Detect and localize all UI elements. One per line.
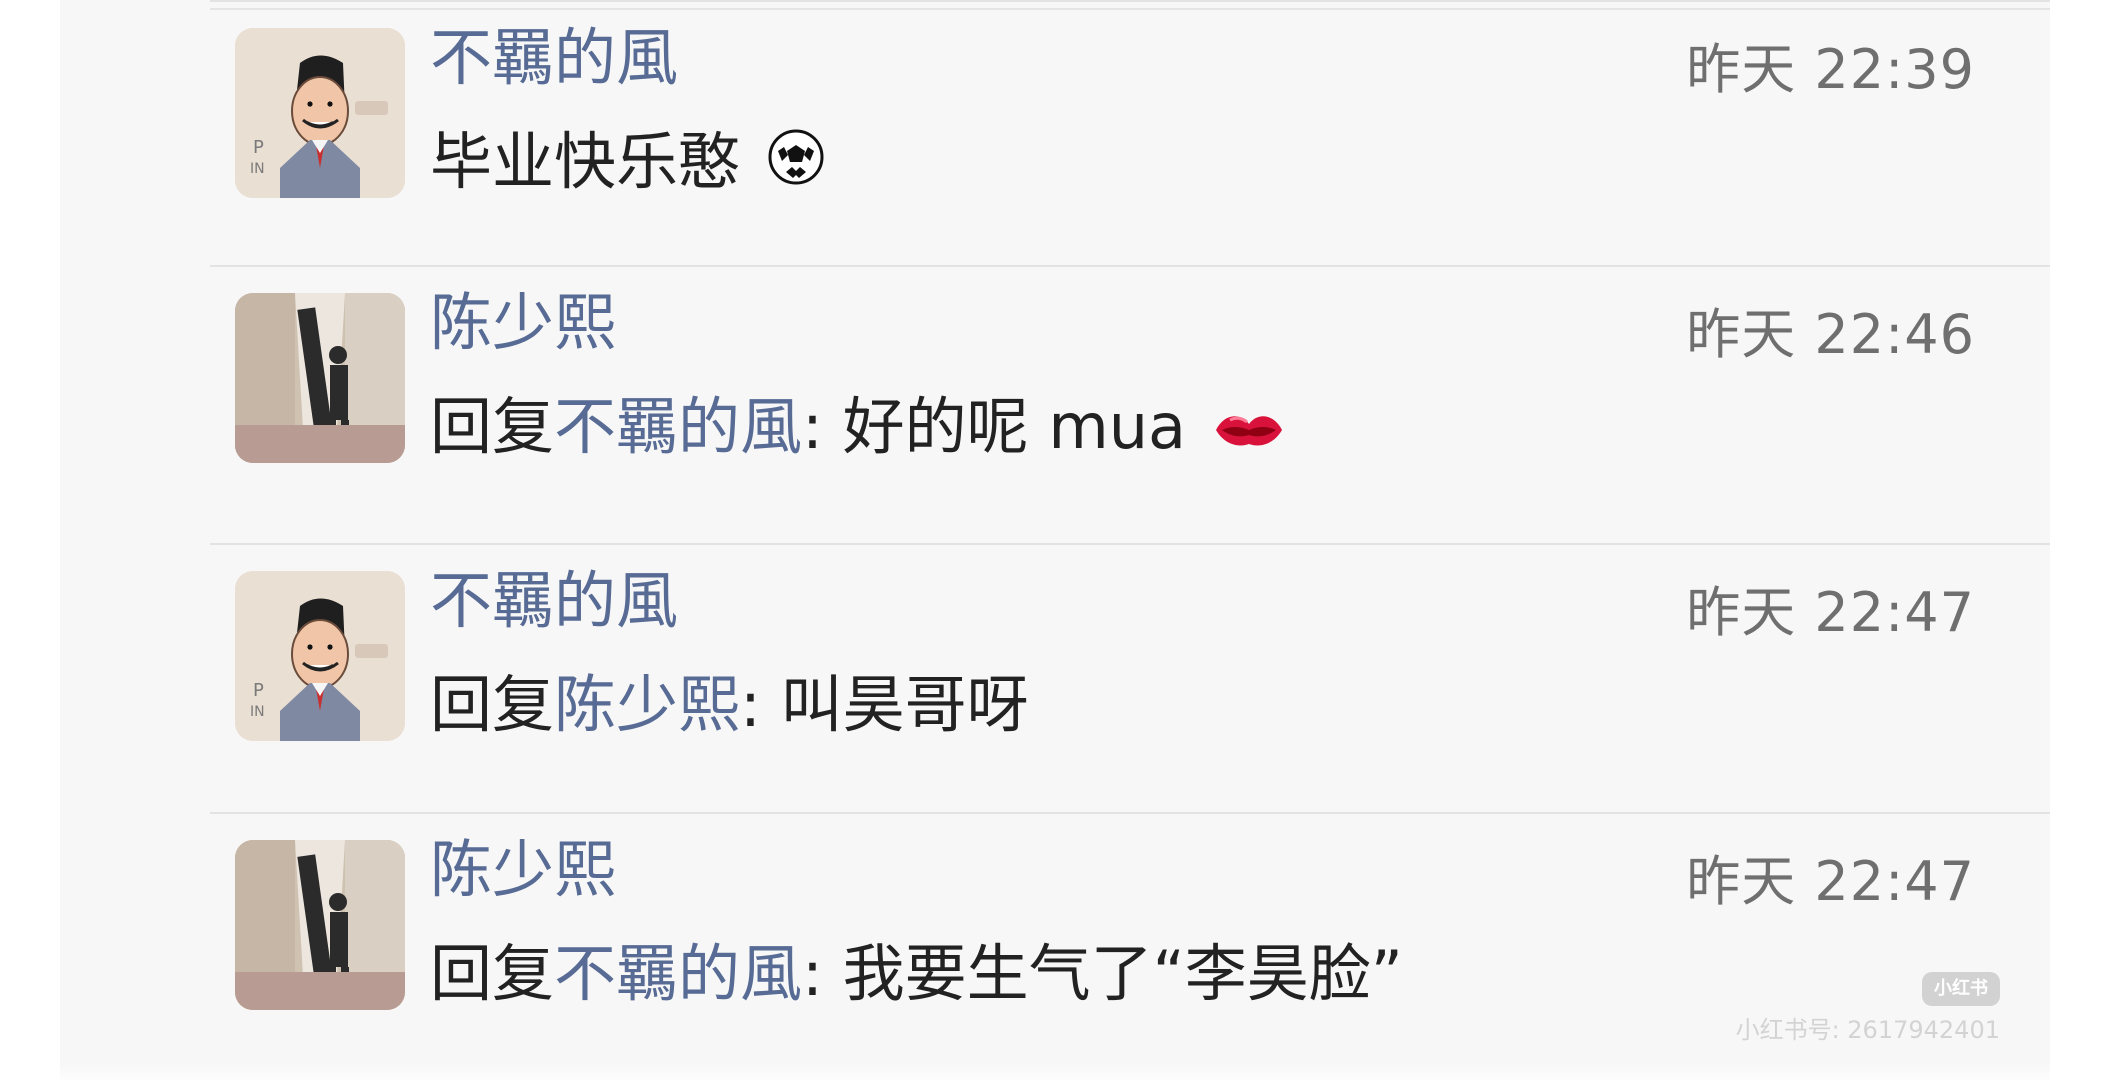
xiaohongshu-watermark: 小红书 小红书号: 2617942401 bbox=[1736, 972, 2000, 1042]
comment-text: 毕业快乐憨 bbox=[430, 122, 826, 206]
reply-target[interactable]: 不羈的風 bbox=[554, 390, 802, 463]
comment-divider bbox=[210, 0, 2050, 2]
message-text: : 好的呢 mua bbox=[802, 390, 1187, 463]
timestamp: 昨天 22:46 bbox=[1686, 303, 1975, 366]
username[interactable]: 陈少熙 bbox=[430, 285, 616, 361]
message-text: 毕业快乐憨 bbox=[430, 125, 741, 198]
soccer-ball-icon bbox=[766, 126, 826, 206]
username[interactable]: 陈少熙 bbox=[430, 832, 616, 908]
message-text: : 叫昊哥呀 bbox=[740, 668, 1029, 741]
username[interactable]: 不羈的風 bbox=[430, 20, 678, 96]
hallway-person-avatar bbox=[235, 293, 405, 463]
timestamp: 昨天 22:47 bbox=[1686, 850, 1975, 913]
hallway-person-avatar bbox=[235, 840, 405, 1010]
timestamp: 昨天 22:47 bbox=[1686, 581, 1975, 644]
svg-text:P: P bbox=[253, 680, 264, 701]
message-text: : 我要生气了“李昊脸” bbox=[802, 937, 1403, 1010]
reply-target[interactable]: 陈少熙 bbox=[554, 668, 740, 741]
comment-divider bbox=[210, 543, 2050, 545]
comment-text: 回复陈少熙: 叫昊哥呀 bbox=[430, 665, 1029, 745]
svg-text:IN: IN bbox=[250, 161, 265, 177]
avatar[interactable]: P IN bbox=[235, 28, 405, 198]
avatar[interactable]: P IN bbox=[235, 571, 405, 741]
svg-text:IN: IN bbox=[250, 704, 265, 720]
reply-prefix: 回复 bbox=[430, 668, 555, 741]
comment-item[interactable]: P IN 不羈的風 昨天 22:39 毕业快乐憨 bbox=[60, 0, 2050, 270]
reply-prefix: 回复 bbox=[430, 390, 555, 463]
avatar[interactable] bbox=[235, 840, 405, 1010]
comment-divider bbox=[210, 265, 2050, 267]
avatar[interactable] bbox=[235, 293, 405, 463]
reply-target[interactable]: 不羈的風 bbox=[554, 937, 802, 1010]
comment-divider bbox=[210, 812, 2050, 814]
comment-text: 回复不羈的風: 好的呢 mua bbox=[430, 387, 1286, 471]
username[interactable]: 不羈的風 bbox=[430, 563, 678, 639]
comment-text: 回复不羈的風: 我要生气了“李昊脸” bbox=[430, 934, 1403, 1014]
lips-icon bbox=[1212, 391, 1286, 471]
comment-list: P IN 不羈的風 昨天 22:39 毕业快乐憨 陈少熙 昨天 22:46 回复… bbox=[60, 0, 2050, 1080]
watermark-id: 小红书号: 2617942401 bbox=[1735, 1016, 2000, 1044]
svg-text:P: P bbox=[253, 137, 264, 158]
watermark-badge: 小红书 bbox=[1922, 972, 2000, 1006]
timestamp: 昨天 22:39 bbox=[1686, 38, 1975, 101]
cartoon-man-avatar: P IN bbox=[235, 28, 405, 198]
cartoon-man-avatar: P IN bbox=[235, 571, 405, 741]
comment-item[interactable]: 陈少熙 昨天 22:46 回复不羈的風: 好的呢 mua bbox=[60, 265, 2050, 535]
reply-prefix: 回复 bbox=[430, 937, 555, 1010]
comment-item[interactable]: P IN 不羈的風 昨天 22:47 回复陈少熙: 叫昊哥呀 bbox=[60, 543, 2050, 813]
